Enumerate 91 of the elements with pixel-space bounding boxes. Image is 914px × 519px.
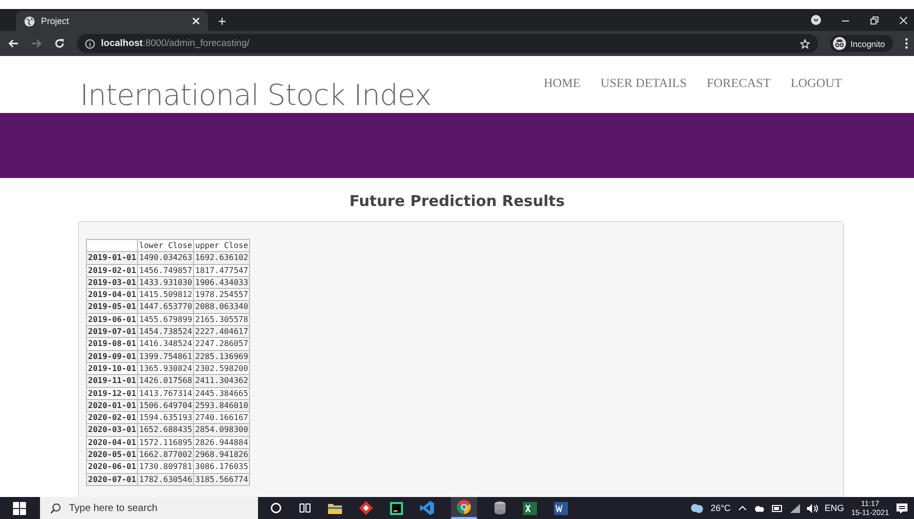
table-cell: 1399.754861 bbox=[138, 350, 194, 362]
reload-icon[interactable] bbox=[54, 38, 65, 49]
row-header: 2020-07-01 bbox=[86, 473, 138, 486]
row-header: 2020-03-01 bbox=[86, 424, 138, 436]
info-icon bbox=[85, 38, 95, 48]
table-cell: 1506.649704 bbox=[138, 399, 194, 412]
task-view-icon[interactable] bbox=[299, 502, 311, 514]
column-header: lower Close bbox=[138, 240, 194, 252]
results-heading: Future Prediction Results bbox=[348, 192, 566, 210]
nav-link[interactable]: FORECAST bbox=[706, 76, 771, 91]
site-title: International Stock Index bbox=[80, 78, 432, 113]
row-header: 2019-05-01 bbox=[86, 300, 138, 314]
table-cell: 2285.136969 bbox=[194, 350, 250, 362]
search-field[interactable]: Type here to search bbox=[40, 497, 258, 519]
row-header: 2019-11-01 bbox=[86, 374, 138, 388]
table-cell: 2854.098300 bbox=[194, 424, 250, 436]
windows-icon[interactable] bbox=[13, 502, 26, 514]
table-cell: 1652.688435 bbox=[138, 424, 194, 436]
cloud-icon[interactable] bbox=[754, 504, 765, 512]
diamond-icon[interactable] bbox=[359, 501, 373, 515]
temperature[interactable]: 26°C bbox=[710, 503, 731, 513]
nav-link[interactable]: USER DETAILS bbox=[600, 76, 687, 91]
folder-icon[interactable] bbox=[328, 502, 342, 514]
table-cell: 1456.749857 bbox=[138, 264, 194, 276]
table-cell: 1906.434033 bbox=[194, 276, 250, 289]
table-cell: 1413.767314 bbox=[138, 387, 194, 400]
table-cell: 1782.630546 bbox=[138, 473, 194, 486]
table-cell: 2227.404617 bbox=[194, 326, 250, 338]
word-icon[interactable] bbox=[554, 502, 568, 514]
globe-icon bbox=[24, 16, 35, 26]
excel-icon[interactable] bbox=[523, 502, 537, 514]
language-indicator[interactable]: ENG bbox=[824, 503, 844, 513]
table-cell: 2968.941826 bbox=[194, 448, 250, 461]
close-icon[interactable] bbox=[899, 16, 908, 24]
row-header: 2019-02-01 bbox=[86, 264, 138, 276]
row-header: 2020-01-01 bbox=[86, 399, 138, 412]
chrome-icon bbox=[457, 500, 471, 514]
row-header: 2020-06-01 bbox=[86, 460, 138, 474]
profile-icon[interactable] bbox=[811, 15, 821, 25]
tab-title: Project bbox=[41, 16, 70, 26]
table-cell: 1426.017568 bbox=[138, 374, 194, 388]
incognito-icon bbox=[832, 37, 846, 50]
table-cell: 3086.176035 bbox=[194, 460, 250, 474]
table-cell: 3185.566774 bbox=[194, 473, 250, 486]
row-header: 2019-01-01 bbox=[86, 252, 138, 264]
notification-icon[interactable] bbox=[896, 502, 908, 514]
row-header: 2019-08-01 bbox=[86, 338, 138, 350]
close-icon[interactable] bbox=[192, 17, 200, 25]
table-cell: 1490.034263 bbox=[138, 252, 194, 264]
url-text: localhost:8000/admin_forecasting/ bbox=[101, 38, 250, 49]
table-cell: 2593.846010 bbox=[194, 399, 250, 412]
wifi-icon[interactable] bbox=[790, 504, 800, 512]
weather-cloud-icon bbox=[690, 503, 704, 513]
code-editor-icon[interactable] bbox=[390, 502, 403, 514]
table-cell: 2247.286057 bbox=[194, 338, 250, 350]
table-cell: 1454.738524 bbox=[138, 326, 194, 338]
row-header: 2019-07-01 bbox=[86, 326, 138, 338]
chevron-up-icon[interactable] bbox=[738, 505, 747, 511]
table-cell: 1447.653770 bbox=[138, 300, 194, 314]
incognito-badge[interactable]: Incognito bbox=[830, 35, 893, 52]
search-icon bbox=[50, 502, 61, 514]
row-header: 2019-09-01 bbox=[86, 350, 138, 362]
chrome-taskbar-button[interactable] bbox=[451, 497, 477, 519]
database-icon[interactable] bbox=[494, 501, 506, 515]
table-cell: 2445.384665 bbox=[194, 387, 250, 400]
table-cell: 1817.477547 bbox=[194, 264, 250, 276]
forward-icon[interactable] bbox=[31, 38, 42, 49]
column-header: upper Close bbox=[194, 240, 250, 252]
table-cell: 1433.931030 bbox=[138, 276, 194, 289]
menu-icon[interactable] bbox=[905, 38, 908, 49]
back-icon[interactable] bbox=[8, 38, 19, 49]
star-icon[interactable] bbox=[800, 38, 810, 48]
nav-link[interactable]: HOME bbox=[544, 76, 581, 91]
restore-icon[interactable] bbox=[870, 16, 879, 24]
vscode-icon[interactable] bbox=[420, 501, 434, 515]
browser-tab[interactable]: Project bbox=[16, 11, 208, 31]
table-cell: 2411.304362 bbox=[194, 374, 250, 388]
table-cell: 1662.877002 bbox=[138, 448, 194, 461]
row-header: 2019-12-01 bbox=[86, 387, 138, 400]
table-cell: 1730.809781 bbox=[138, 460, 194, 474]
address-field[interactable]: localhost:8000/admin_forecasting/ bbox=[77, 34, 818, 53]
table-cell: 1692.636102 bbox=[194, 252, 250, 264]
new-tab-button[interactable]: + bbox=[208, 11, 236, 31]
row-header: 2020-05-01 bbox=[86, 448, 138, 461]
nav-link[interactable]: LOGOUT bbox=[790, 76, 842, 91]
row-header: 2019-03-01 bbox=[86, 276, 138, 289]
table-cell: 1416.348524 bbox=[138, 338, 194, 350]
battery-icon[interactable] bbox=[772, 504, 783, 512]
table-cell: 2088.063340 bbox=[194, 300, 250, 314]
cortana-icon[interactable] bbox=[270, 502, 282, 514]
speaker-icon[interactable] bbox=[806, 504, 818, 512]
